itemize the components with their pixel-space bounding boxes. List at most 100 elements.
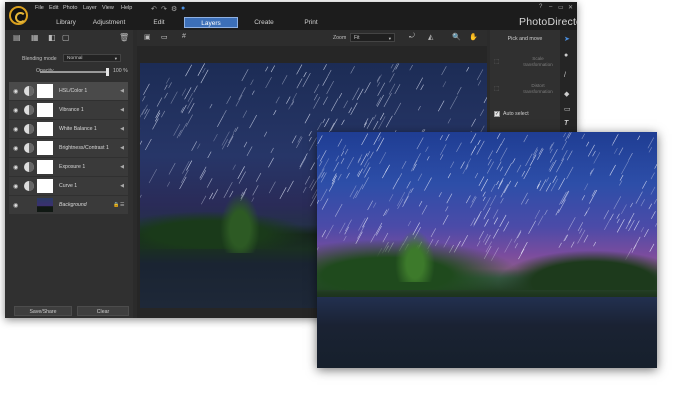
expand-arrow-icon[interactable]: ◀ [120, 164, 124, 170]
undo-icon[interactable]: ↶ [151, 5, 157, 13]
opacity-slider[interactable] [40, 68, 109, 76]
menu-help[interactable]: Help [121, 5, 132, 11]
flip-icon[interactable]: ◭ [428, 33, 433, 41]
distort-transformation-option[interactable]: Distort transformation [518, 83, 558, 95]
zoom-tool-icon[interactable]: 🔍 [452, 33, 461, 41]
auto-select-checkbox[interactable]: ✓ [494, 111, 500, 117]
star-trail [166, 77, 170, 84]
star-trail [603, 210, 610, 220]
menu-layer[interactable]: Layer [83, 5, 97, 11]
star-trail [286, 96, 291, 104]
star-trail [320, 172, 327, 183]
layer-row[interactable]: ◉ HSL/Color 1 ◀ [9, 82, 128, 100]
scale-transformation-option[interactable]: Scale transformation [518, 56, 558, 68]
pick-move-icon[interactable]: ➤ [564, 35, 570, 43]
compare-view-icon[interactable]: ▣ [144, 33, 151, 41]
star-trail [438, 100, 445, 112]
menu-photo[interactable]: Photo [63, 5, 77, 11]
tab-edit[interactable]: Edit [147, 17, 171, 28]
tab-print[interactable]: Print [301, 17, 321, 28]
single-view-icon[interactable]: ▭ [161, 33, 168, 41]
expand-arrow-icon[interactable]: ◀ [120, 107, 124, 113]
star-trail [164, 84, 168, 90]
redo-icon[interactable]: ↷ [161, 5, 167, 13]
visibility-eye-icon[interactable]: ◉ [13, 145, 18, 152]
star-trail [199, 166, 207, 179]
settings-icon[interactable]: ⚙ [171, 5, 177, 13]
fill-layer-icon[interactable]: ◧ [48, 33, 56, 42]
visibility-eye-icon[interactable]: ◉ [13, 183, 18, 190]
layer-mask-thumbnail [37, 122, 53, 136]
pen-icon[interactable]: / [564, 72, 566, 79]
lake [317, 297, 657, 368]
notification-icon[interactable]: ● [181, 5, 185, 12]
star-trail [299, 153, 308, 168]
star-trail [251, 90, 255, 95]
star-trail [228, 133, 235, 144]
star-trail [181, 88, 187, 96]
expand-arrow-icon[interactable]: ◀ [120, 126, 124, 132]
star-trail [593, 241, 597, 247]
lock-icon[interactable]: 🔒 [113, 202, 119, 208]
star-trail [321, 229, 327, 238]
star-trail [246, 146, 253, 157]
star-trail [334, 203, 343, 217]
rotate-icon[interactable]: ⤾ [409, 33, 415, 41]
text-tool-icon[interactable]: T [564, 120, 568, 127]
visibility-eye-icon[interactable]: ◉ [13, 107, 18, 114]
layer-row[interactable]: ◉ White Balance 1 ◀ [9, 120, 128, 138]
star-trail [270, 147, 274, 154]
star-trail [363, 158, 369, 168]
rectangle-icon[interactable]: ▭ [564, 105, 571, 113]
add-layer-icon[interactable]: ▤ [13, 33, 21, 42]
visibility-eye-icon[interactable]: ◉ [13, 126, 18, 133]
star-trail [326, 80, 334, 95]
save-share-button[interactable]: Save/Share [14, 306, 72, 316]
star-trail [499, 214, 507, 227]
opacity-slider-handle[interactable] [106, 68, 109, 76]
menu-edit[interactable]: Edit [49, 5, 58, 11]
tab-create[interactable]: Create [249, 17, 279, 28]
expand-arrow-icon[interactable]: ◀ [120, 145, 124, 151]
layer-row[interactable]: ◉ Brightness/Contrast 1 ◀ [9, 139, 128, 157]
star-trail [364, 166, 371, 178]
star-trail [499, 147, 508, 161]
layer-row[interactable]: ◉ Vibrance 1 ◀ [9, 101, 128, 119]
star-trail [567, 217, 576, 231]
mask-icon[interactable]: ▢ [62, 33, 70, 42]
canvas-toolbar: ▣ ▭ # Zoom Fit ▾ ⤾ ◭ 🔍 ✋ [137, 30, 487, 46]
star-trail [281, 75, 288, 85]
tab-library[interactable]: Library [47, 17, 85, 28]
hand-tool-icon[interactable]: ✋ [469, 33, 478, 41]
expand-arrow-icon[interactable]: ◀ [120, 88, 124, 94]
star-trail [265, 66, 269, 72]
grid-icon[interactable]: # [182, 33, 186, 40]
tab-layers[interactable]: Layers [184, 17, 238, 28]
layer-background[interactable]: ◉ Background 🔒 ☰ [9, 196, 128, 214]
help-button[interactable]: ? [539, 4, 542, 10]
clear-button[interactable]: Clear [77, 306, 129, 316]
star-trail [164, 92, 168, 99]
visibility-eye-icon[interactable]: ◉ [13, 164, 18, 171]
star-trail [476, 69, 484, 81]
close-button[interactable]: ✕ [568, 4, 573, 11]
adjustment-layer-icon[interactable]: ▦ [31, 33, 39, 42]
visibility-eye-icon[interactable]: ◉ [13, 88, 18, 95]
blending-mode-select[interactable]: Normal ▾ [63, 54, 121, 62]
expand-arrow-icon[interactable]: ◀ [120, 183, 124, 189]
minimize-button[interactable]: – [549, 4, 552, 10]
layer-options-icon[interactable]: ☰ [120, 202, 124, 208]
tab-adjustment[interactable]: Adjustment [85, 17, 133, 28]
layer-row[interactable]: ◉ Curve 1 ◀ [9, 177, 128, 195]
star-trail [616, 213, 620, 219]
eraser-icon[interactable]: ◆ [564, 90, 569, 98]
zoom-select[interactable]: Fit ▾ [350, 33, 395, 42]
visibility-eye-icon[interactable]: ◉ [13, 202, 18, 209]
menu-file[interactable]: File [35, 5, 44, 11]
star-trail [479, 109, 485, 117]
maximize-button[interactable]: ▭ [558, 4, 564, 11]
menu-view[interactable]: View [102, 5, 114, 11]
delete-layer-icon[interactable]: 🗑 [119, 33, 129, 42]
layer-row[interactable]: ◉ Exposure 1 ◀ [9, 158, 128, 176]
brush-icon[interactable]: ● [564, 52, 568, 59]
